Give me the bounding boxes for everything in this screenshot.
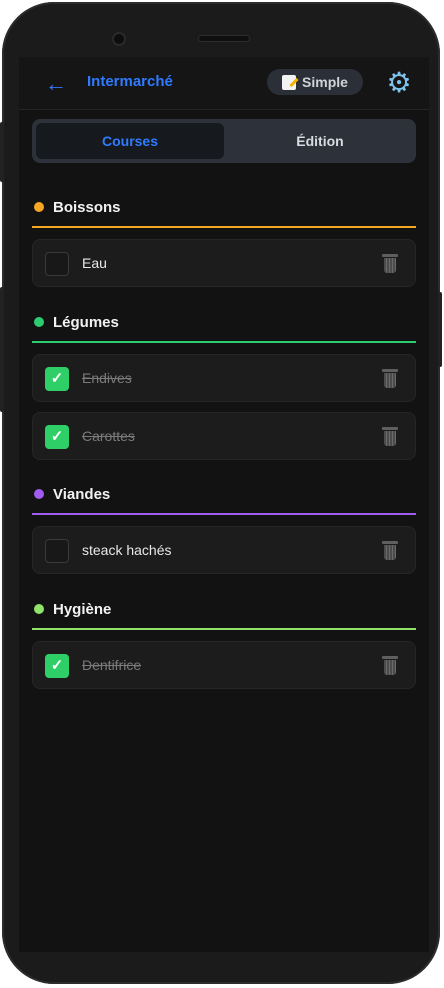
category-title: Hygiène: [53, 600, 112, 618]
item-checkbox[interactable]: [45, 252, 69, 276]
volume-button: [0, 287, 4, 412]
list-item-endives: ✓ Endives: [32, 354, 416, 402]
list-item-dentifrice: ✓ Dentifrice: [32, 641, 416, 689]
item-checkbox-checked[interactable]: ✓: [45, 367, 69, 391]
category-header-legumes: Légumes: [32, 307, 416, 343]
trash-icon[interactable]: [381, 254, 399, 274]
category-header-viandes: Viandes: [32, 479, 416, 515]
trash-icon[interactable]: [381, 656, 399, 676]
category-title: Boissons: [53, 198, 121, 216]
item-checkbox[interactable]: [45, 539, 69, 563]
item-label: Eau: [82, 255, 107, 271]
category-title: Viandes: [53, 485, 111, 503]
memo-icon: [282, 74, 297, 90]
item-label: Endives: [82, 370, 132, 386]
item-checkbox-checked[interactable]: ✓: [45, 425, 69, 449]
category-title: Légumes: [53, 313, 119, 331]
category-header-boissons: Boissons: [32, 192, 416, 228]
category-divider: [32, 341, 416, 343]
category-dot: [34, 202, 44, 212]
list-item-steack: steack hachés: [32, 526, 416, 574]
store-title: Intermarché: [87, 73, 173, 90]
mode-label: Simple: [302, 74, 348, 90]
view-tabs: Courses Édition: [32, 119, 416, 163]
phone-frame: ← Intermarché Simple ⚙ Courses Édition B…: [0, 2, 442, 984]
item-label: Dentifrice: [82, 657, 142, 673]
category-dot: [34, 604, 44, 614]
back-arrow-icon[interactable]: ←: [45, 71, 67, 97]
app-header: ← Intermarché Simple ⚙: [19, 57, 429, 110]
category-dot: [34, 489, 44, 499]
tab-courses[interactable]: Courses: [36, 123, 224, 159]
list-item-eau: Eau: [32, 239, 416, 287]
category-divider: [32, 226, 416, 228]
front-camera: [112, 32, 126, 46]
mode-toggle-button[interactable]: Simple: [267, 69, 363, 95]
category-dot: [34, 317, 44, 327]
trash-icon[interactable]: [381, 427, 399, 447]
app-screen: ← Intermarché Simple ⚙ Courses Édition B…: [19, 57, 429, 952]
category-divider: [32, 628, 416, 630]
side-button: [438, 292, 442, 367]
list-item-carottes: ✓ Carottes: [32, 412, 416, 460]
trash-icon[interactable]: [381, 369, 399, 389]
trash-icon[interactable]: [381, 541, 399, 561]
category-header-hygiene: Hygiène: [32, 594, 416, 630]
gear-icon[interactable]: ⚙: [385, 69, 413, 97]
category-divider: [32, 513, 416, 515]
item-checkbox-checked[interactable]: ✓: [45, 654, 69, 678]
power-button: [0, 122, 4, 182]
item-label: Carottes: [82, 428, 135, 444]
earpiece-speaker: [198, 35, 250, 42]
tab-edition[interactable]: Édition: [228, 123, 412, 159]
item-label: steack hachés: [82, 542, 172, 558]
